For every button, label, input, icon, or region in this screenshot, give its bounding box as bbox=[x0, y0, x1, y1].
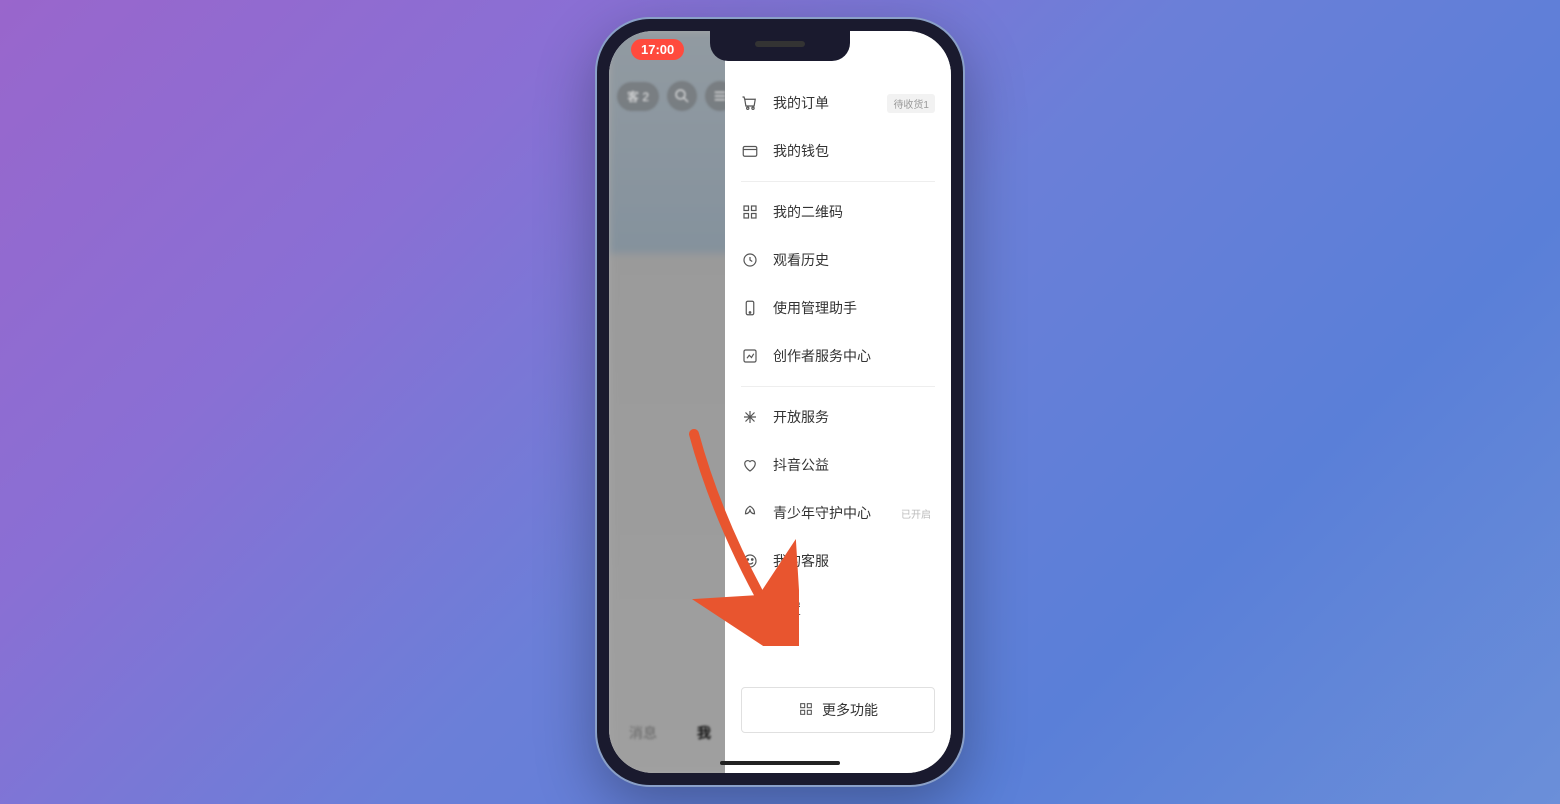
menu-label: 设置 bbox=[773, 599, 935, 619]
grid-icon bbox=[798, 701, 814, 720]
menu-douyin-charity[interactable]: 抖音公益 bbox=[741, 441, 935, 489]
menu-label: 我的二维码 bbox=[773, 202, 935, 222]
app-top-controls: 客 2 bbox=[617, 81, 735, 111]
divider bbox=[741, 386, 935, 387]
phone-icon bbox=[741, 299, 759, 317]
wallet-icon bbox=[741, 142, 759, 160]
more-functions-button[interactable]: 更多功能 bbox=[741, 687, 935, 733]
heart-icon bbox=[741, 456, 759, 474]
menu-label: 我的订单 bbox=[773, 93, 873, 113]
more-button-label: 更多功能 bbox=[822, 700, 878, 720]
menu-label: 我的钱包 bbox=[773, 141, 935, 161]
menu-label: 开放服务 bbox=[773, 407, 935, 427]
menu-youth-protection[interactable]: 青少年守护中心 已开启 bbox=[741, 489, 935, 537]
menu-open-services[interactable]: 开放服务 bbox=[741, 393, 935, 441]
gear-icon bbox=[741, 600, 759, 618]
menu-my-wallet[interactable]: 我的钱包 bbox=[741, 127, 935, 175]
search-icon[interactable] bbox=[667, 81, 697, 111]
menu-my-support[interactable]: 我的客服 bbox=[741, 537, 935, 585]
orders-badge: 待收货1 bbox=[887, 94, 935, 113]
phone-frame: 17:00 客 2 消息 我 我的订单 待收货1 bbox=[595, 17, 965, 787]
visitor-badge[interactable]: 客 2 bbox=[617, 82, 659, 111]
tab-me[interactable]: 我 bbox=[697, 723, 711, 743]
tab-messages[interactable]: 消息 bbox=[629, 723, 657, 743]
menu-watch-history[interactable]: 观看历史 bbox=[741, 236, 935, 284]
support-icon bbox=[741, 552, 759, 570]
home-indicator[interactable] bbox=[720, 761, 840, 765]
status-time: 17:00 bbox=[631, 39, 684, 60]
clock-icon bbox=[741, 251, 759, 269]
menu-label: 使用管理助手 bbox=[773, 298, 935, 318]
phone-screen: 17:00 客 2 消息 我 我的订单 待收货1 bbox=[609, 31, 951, 773]
leaf-icon bbox=[741, 504, 759, 522]
menu-label: 创作者服务中心 bbox=[773, 346, 935, 366]
divider bbox=[741, 181, 935, 182]
chart-icon bbox=[741, 347, 759, 365]
menu-settings[interactable]: 设置 bbox=[741, 585, 935, 633]
menu-my-qrcode[interactable]: 我的二维码 bbox=[741, 188, 935, 236]
qr-icon bbox=[741, 203, 759, 221]
menu-label: 抖音公益 bbox=[773, 455, 935, 475]
menu-creator-center[interactable]: 创作者服务中心 bbox=[741, 332, 935, 380]
youth-badge: 已开启 bbox=[897, 504, 935, 523]
side-drawer: 我的订单 待收货1 我的钱包 我的二维码 观看历史 bbox=[725, 31, 951, 773]
menu-usage-assistant[interactable]: 使用管理助手 bbox=[741, 284, 935, 332]
spark-icon bbox=[741, 408, 759, 426]
phone-notch bbox=[710, 31, 850, 61]
menu-label: 观看历史 bbox=[773, 250, 935, 270]
menu-label: 青少年守护中心 bbox=[773, 503, 883, 523]
cart-icon bbox=[741, 94, 759, 112]
bottom-tab-bar: 消息 我 bbox=[609, 723, 731, 743]
menu-my-orders[interactable]: 我的订单 待收货1 bbox=[741, 79, 935, 127]
menu-label: 我的客服 bbox=[773, 551, 935, 571]
